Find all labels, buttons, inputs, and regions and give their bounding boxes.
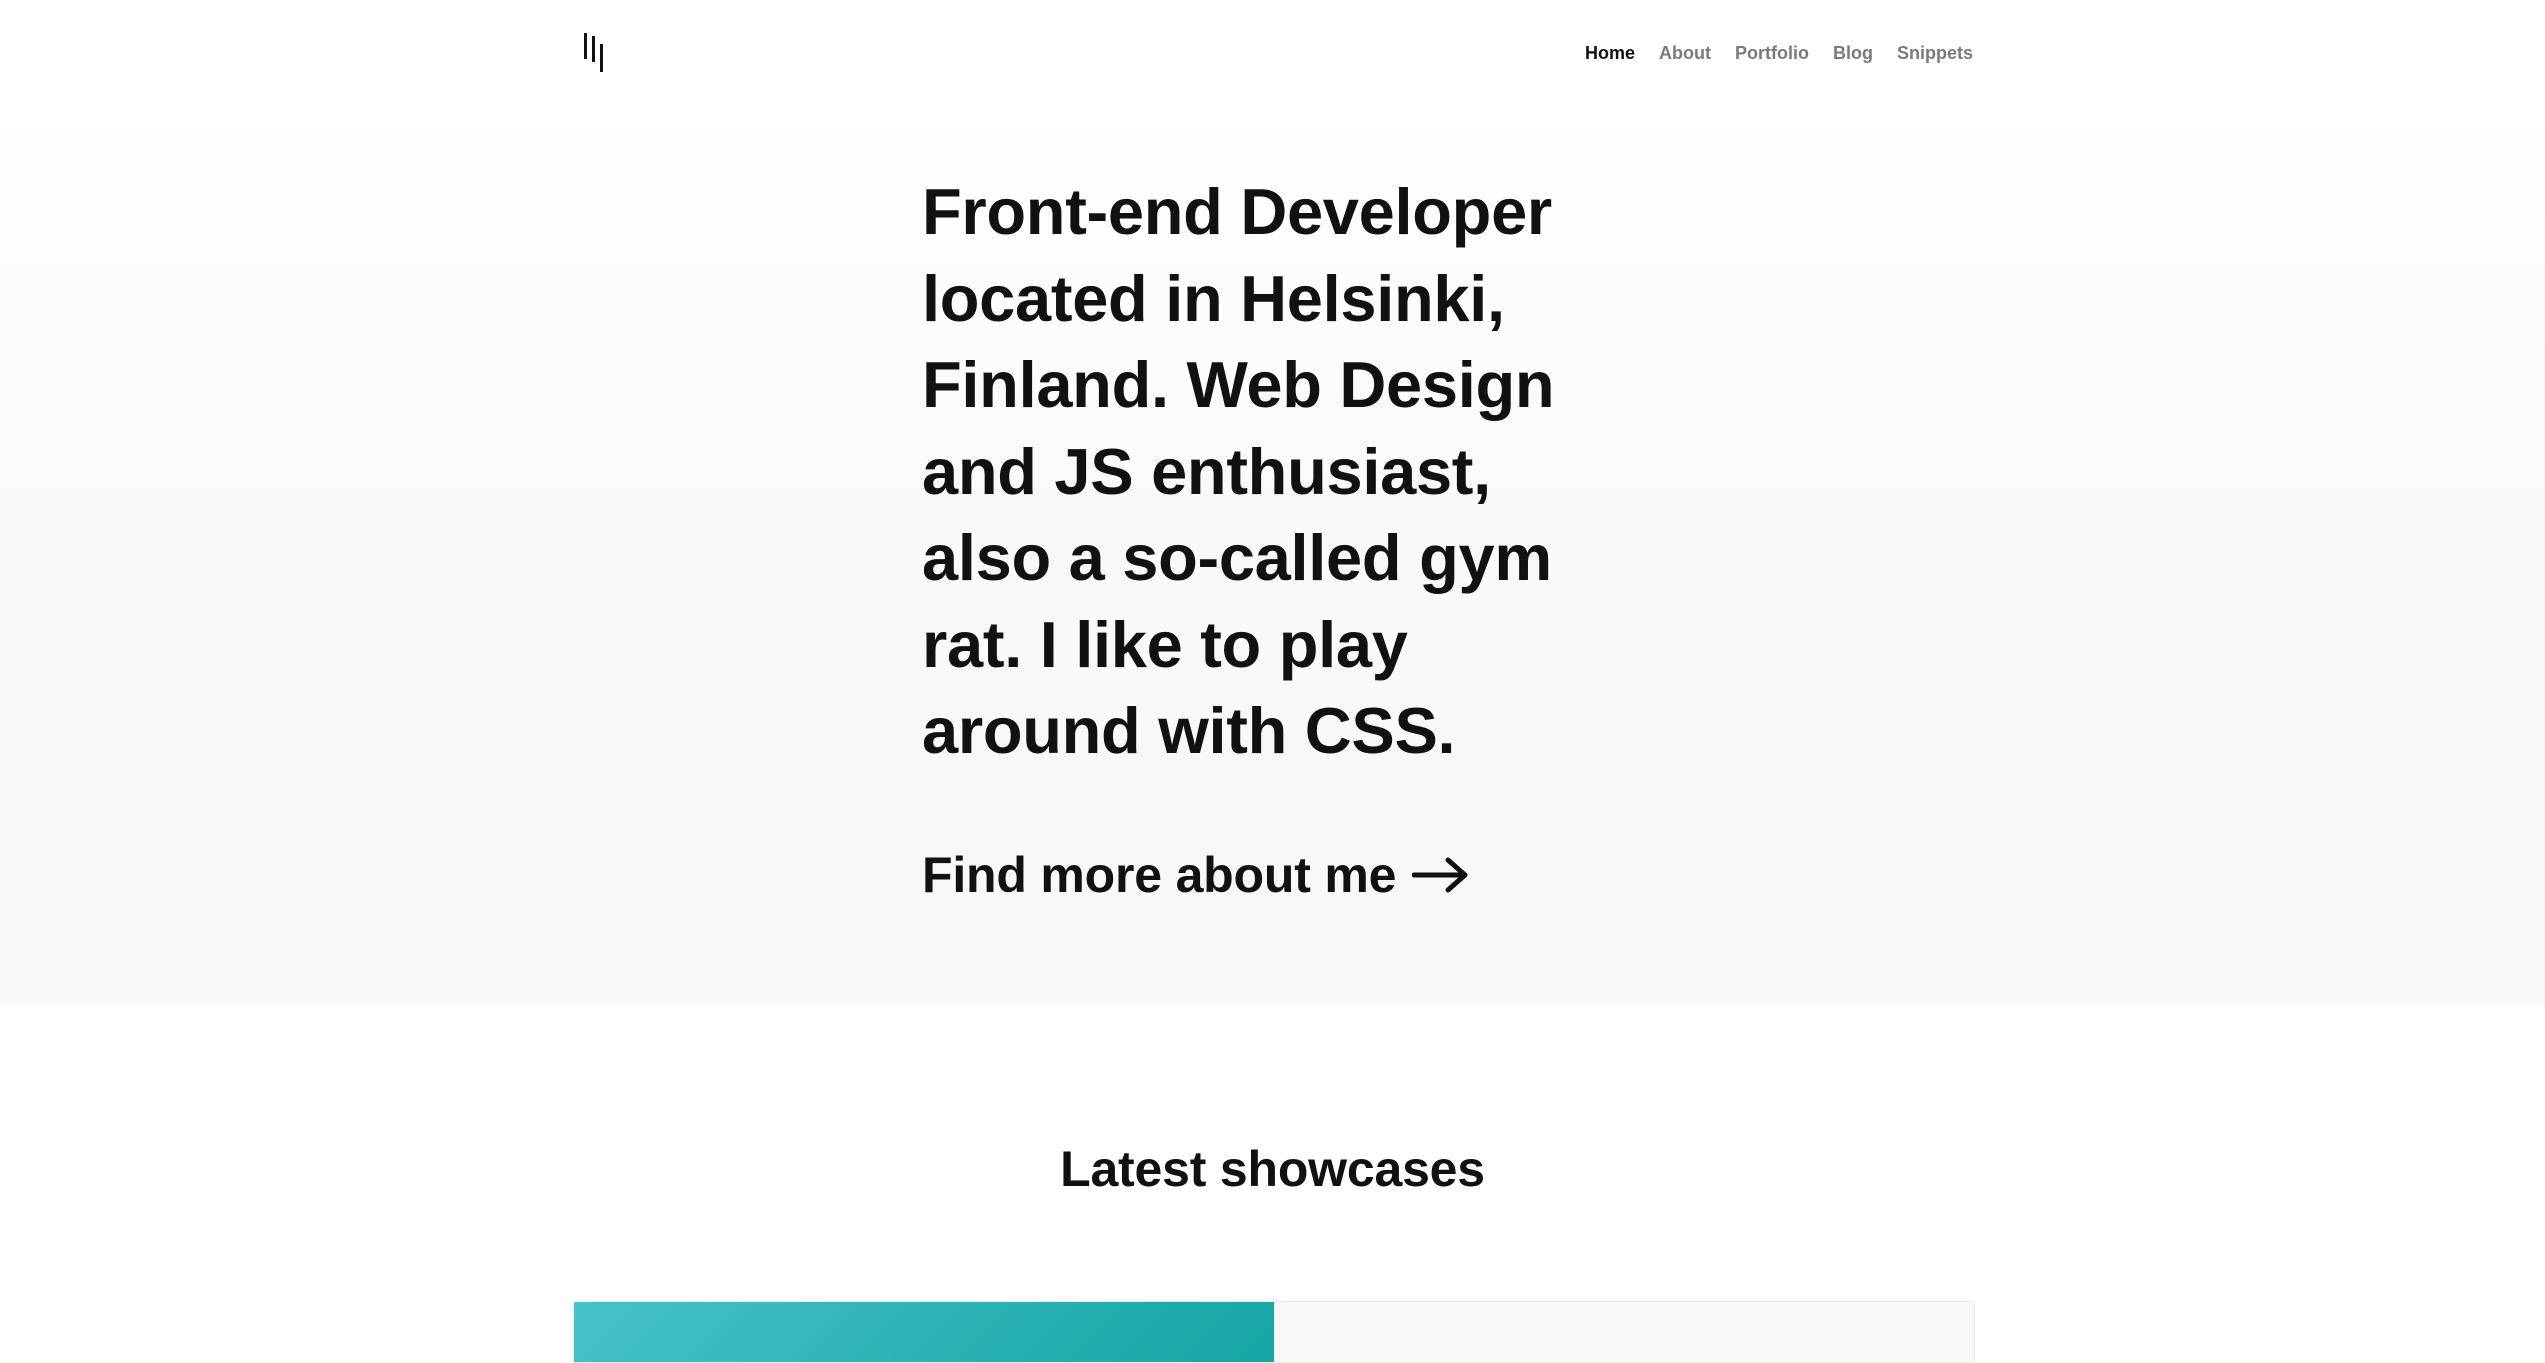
find-more-label: Find more about me [922,847,1397,903]
showcases-section: Latest showcases [0,1005,2545,1363]
nav-home[interactable]: Home [1585,40,1635,66]
logo-bars-icon[interactable] [581,30,611,75]
find-more-link[interactable]: Find more about me [922,840,1470,910]
showcase-card[interactable] [573,1301,1975,1363]
site-header: Home About Portfolio Blog Snippets [0,0,2545,105]
hero-section: Front-end Developer located in Helsinki,… [0,105,2545,1005]
nav-portfolio[interactable]: Portfolio [1735,40,1809,66]
nav-snippets[interactable]: Snippets [1897,40,1973,66]
nav-about[interactable]: About [1659,40,1711,66]
hero-heading: Front-end Developer located in Helsinki,… [922,175,1555,767]
main-nav: Home About Portfolio Blog Snippets [1585,40,1973,66]
showcases-title: Latest showcases [1060,1141,1485,1197]
showcase-image [574,1302,1274,1362]
nav-blog[interactable]: Blog [1833,40,1873,66]
arrow-right-icon [1412,855,1470,895]
